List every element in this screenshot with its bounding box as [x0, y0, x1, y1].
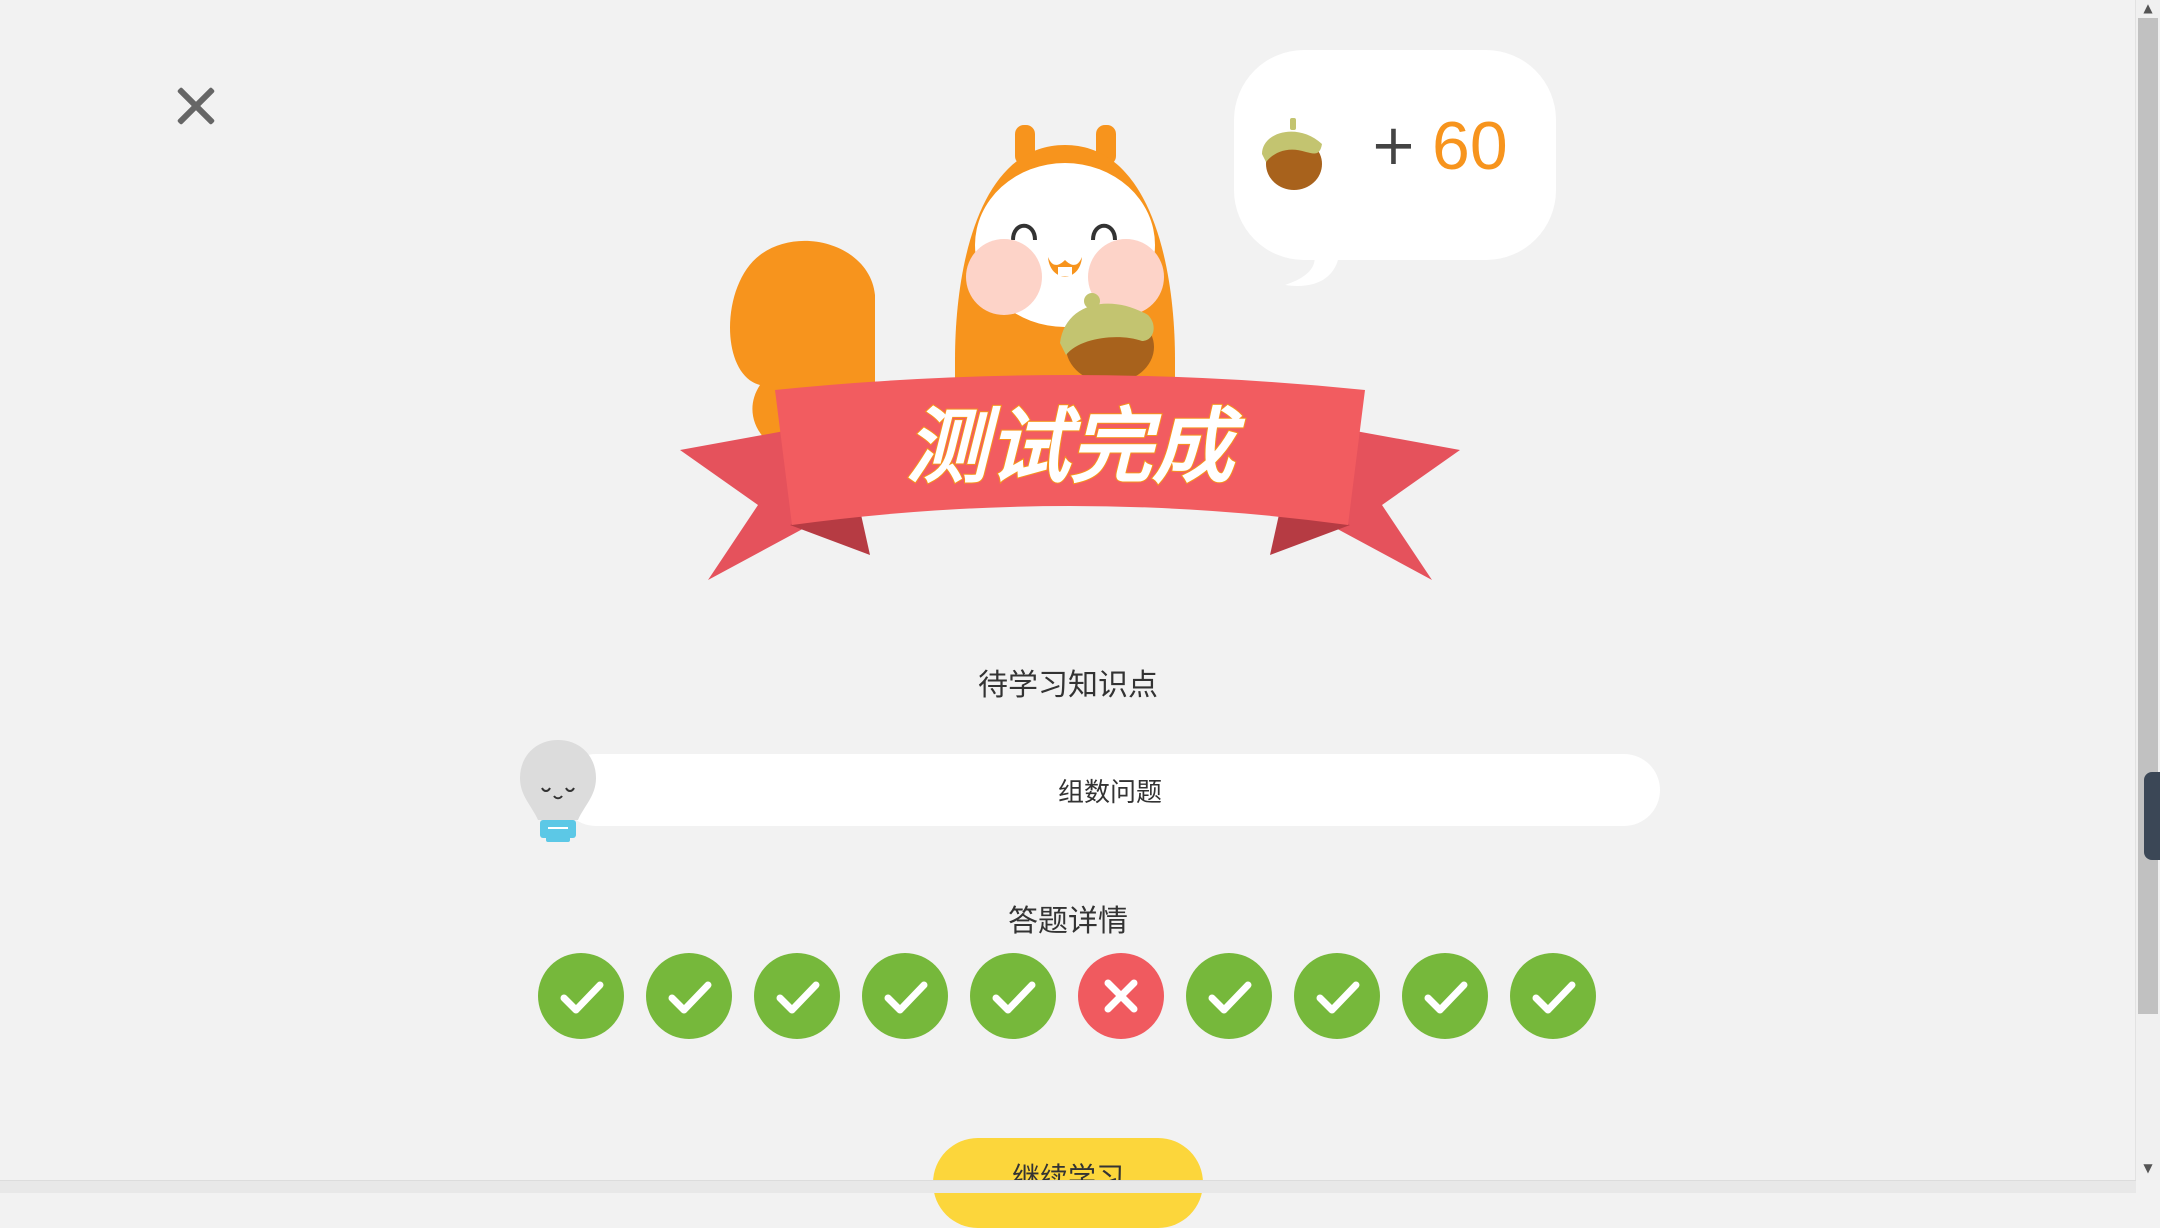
knowledge-section-title: 待学习知识点 — [978, 668, 1158, 703]
answer-correct[interactable] — [1294, 953, 1380, 1039]
knowledge-item[interactable]: 组数问题 — [560, 754, 1660, 826]
reward-plus: + — [1370, 113, 1417, 178]
answer-correct[interactable] — [646, 953, 732, 1039]
answer-correct[interactable] — [1186, 953, 1272, 1039]
side-widget[interactable] — [2144, 772, 2160, 860]
knowledge-item-label: 组数问题 — [1057, 777, 1162, 808]
acorn-icon — [1262, 118, 1322, 190]
answer-correct[interactable] — [970, 953, 1056, 1039]
answer-correct[interactable] — [1402, 953, 1488, 1039]
answer-correct[interactable] — [538, 953, 624, 1039]
answer-results — [538, 953, 1598, 1039]
answers-section-title: 答题详情 — [1008, 904, 1128, 939]
close-button[interactable] — [176, 86, 216, 126]
banner-title: 测试完成 — [906, 400, 1246, 495]
answer-wrong[interactable] — [1078, 953, 1164, 1039]
lightbulb-icon — [520, 740, 596, 842]
answer-correct[interactable] — [862, 953, 948, 1039]
scroll-down-icon[interactable]: ▼ — [2140, 1160, 2156, 1176]
reward-value: 60 — [1432, 108, 1508, 184]
scroll-up-icon[interactable]: ▲ — [2140, 0, 2156, 16]
answer-correct[interactable] — [754, 953, 840, 1039]
bubble-tail — [1285, 245, 1340, 286]
answer-correct[interactable] — [1510, 953, 1596, 1039]
scrollbar-thumb[interactable] — [2138, 18, 2158, 1014]
scrollbar[interactable]: ▲ ▼ — [2135, 0, 2160, 1180]
bottom-edge — [0, 1180, 2136, 1193]
